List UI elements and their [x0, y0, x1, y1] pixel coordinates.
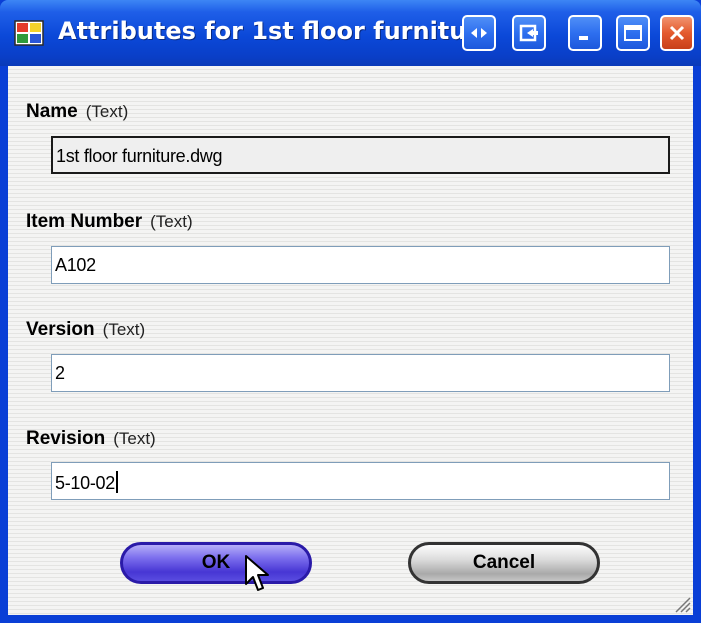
ok-button[interactable]: OK — [120, 542, 312, 584]
text-caret — [115, 471, 118, 493]
dialog-window: Attributes for 1st floor furniture Name … — [0, 0, 701, 623]
ok-button-label: OK — [201, 552, 231, 573]
minimize-icon — [579, 36, 588, 40]
maximize-button[interactable] — [616, 15, 650, 51]
resize-grip-icon[interactable] — [673, 595, 691, 613]
tray-button[interactable] — [512, 15, 546, 51]
resize-horizontal-icon — [471, 28, 487, 38]
close-icon — [669, 25, 685, 41]
resize-horizontal-button[interactable] — [462, 15, 496, 51]
revision-field[interactable]: 5-10-02 — [51, 462, 670, 500]
close-button[interactable] — [660, 15, 694, 51]
title-bar[interactable]: Attributes for 1st floor furniture — [0, 0, 701, 66]
revision-label: Revision (Text) — [26, 428, 156, 449]
maximize-icon — [624, 25, 642, 41]
cancel-button[interactable]: Cancel — [408, 542, 600, 584]
item-number-label: Item Number (Text) — [26, 211, 193, 232]
name-label: Name (Text) — [26, 101, 129, 122]
revision-value: 5-10-02 — [55, 473, 115, 493]
item-number-field[interactable]: A102 — [51, 246, 670, 284]
cancel-button-label: Cancel — [472, 552, 536, 573]
version-label: Version (Text) — [26, 319, 146, 340]
mouse-pointer-icon — [245, 555, 269, 591]
app-icon — [14, 20, 44, 46]
minimize-button[interactable] — [568, 15, 602, 51]
dialog-body: Name (Text) 1st floor furniture.dwg Item … — [8, 66, 693, 615]
window-title: Attributes for 1st floor furniture — [58, 17, 462, 45]
restore-to-tray-icon — [519, 24, 538, 42]
name-field: 1st floor furniture.dwg — [51, 136, 670, 174]
version-field[interactable]: 2 — [51, 354, 670, 392]
